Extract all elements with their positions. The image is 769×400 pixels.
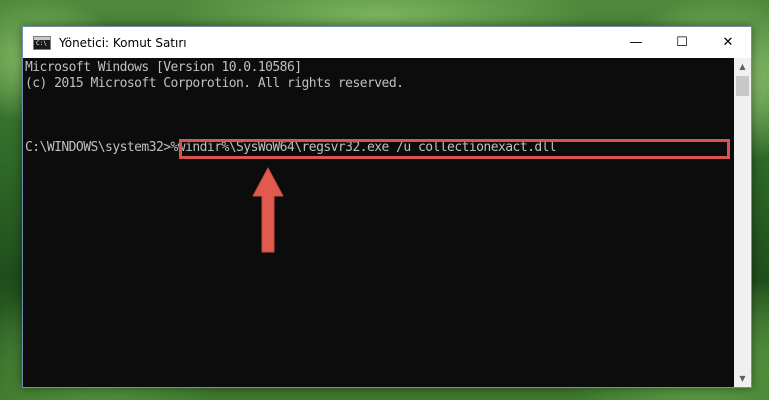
- minimize-icon: —: [629, 35, 643, 50]
- title-bar[interactable]: Yönetici: Komut Satırı — ☐ ✕: [23, 27, 751, 58]
- window-title: Yönetici: Komut Satırı: [59, 35, 187, 50]
- close-icon: ✕: [722, 35, 734, 50]
- console-output[interactable]: Microsoft Windows [Version 10.0.10586] (…: [23, 58, 734, 387]
- scroll-up-icon[interactable]: ▲: [734, 58, 751, 75]
- window-controls: — ☐ ✕: [613, 27, 751, 58]
- scroll-thumb[interactable]: [736, 76, 749, 96]
- command-highlight-box: [179, 139, 730, 159]
- close-button[interactable]: ✕: [705, 27, 751, 58]
- console-line-copyright: (c) 2015 Microsoft Corporotion. All righ…: [25, 76, 404, 91]
- up-arrow-icon: [252, 167, 284, 253]
- vertical-scrollbar[interactable]: ▲ ▼: [734, 58, 751, 387]
- maximize-icon: ☐: [676, 35, 688, 50]
- cmd-icon[interactable]: [33, 35, 51, 50]
- command-prompt-window: Yönetici: Komut Satırı — ☐ ✕ Microsoft W…: [22, 26, 752, 388]
- console-line-version: Microsoft Windows [Version 10.0.10586]: [25, 60, 302, 75]
- minimize-button[interactable]: —: [613, 27, 659, 58]
- scroll-down-icon[interactable]: ▼: [734, 370, 751, 387]
- maximize-button[interactable]: ☐: [659, 27, 705, 58]
